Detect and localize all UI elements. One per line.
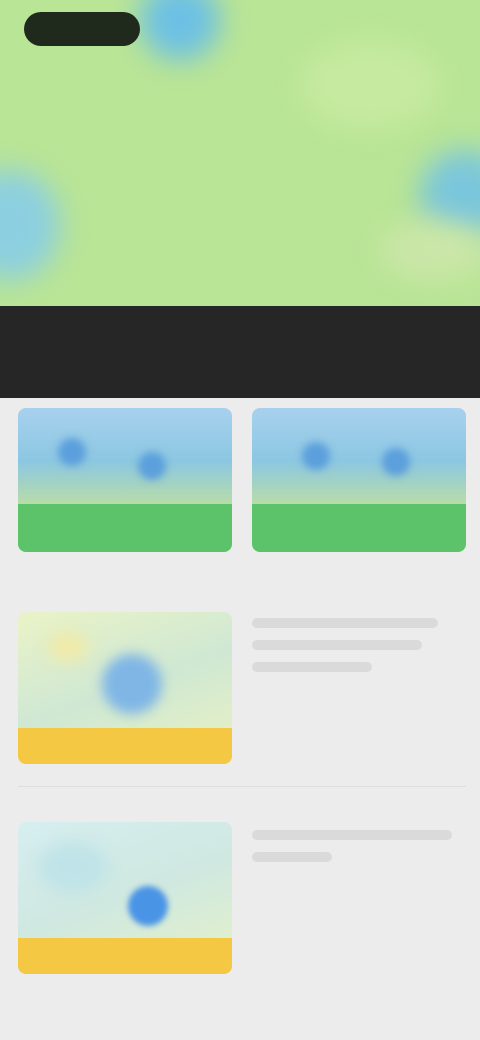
item-description xyxy=(252,830,466,874)
list-item[interactable] xyxy=(0,800,480,990)
back-button[interactable] xyxy=(24,12,140,46)
water-area xyxy=(0,170,60,280)
featured-card[interactable] xyxy=(252,408,466,552)
item-map-thumbnail[interactable] xyxy=(18,612,232,764)
text-line xyxy=(252,640,422,650)
card-thumbnail xyxy=(252,408,466,504)
water-area xyxy=(140,0,220,60)
divider xyxy=(18,786,466,787)
location-marker-icon xyxy=(102,654,162,714)
item-map-label xyxy=(18,728,232,764)
card-label xyxy=(252,504,466,552)
tab-bar xyxy=(0,364,480,392)
land-area xyxy=(380,220,480,280)
location-marker-icon xyxy=(128,886,168,926)
text-line xyxy=(252,618,438,628)
featured-card[interactable] xyxy=(18,408,232,552)
item-description xyxy=(252,618,466,684)
map-area xyxy=(48,632,88,662)
map-marker-icon xyxy=(382,448,410,476)
map-marker-icon xyxy=(58,438,86,466)
land-area xyxy=(300,40,440,130)
hero-map-banner xyxy=(0,0,480,306)
card-label xyxy=(18,504,232,552)
item-map-label xyxy=(18,938,232,974)
card-thumbnail xyxy=(18,408,232,504)
featured-cards xyxy=(18,408,466,552)
map-area xyxy=(38,842,108,892)
text-line xyxy=(252,830,452,840)
map-marker-icon xyxy=(138,452,166,480)
header-bar xyxy=(0,306,480,398)
text-line xyxy=(252,662,372,672)
screen xyxy=(0,0,480,1040)
list-item[interactable] xyxy=(0,586,480,776)
map-marker-icon xyxy=(302,442,330,470)
item-map-thumbnail[interactable] xyxy=(18,822,232,974)
text-line xyxy=(252,852,332,862)
